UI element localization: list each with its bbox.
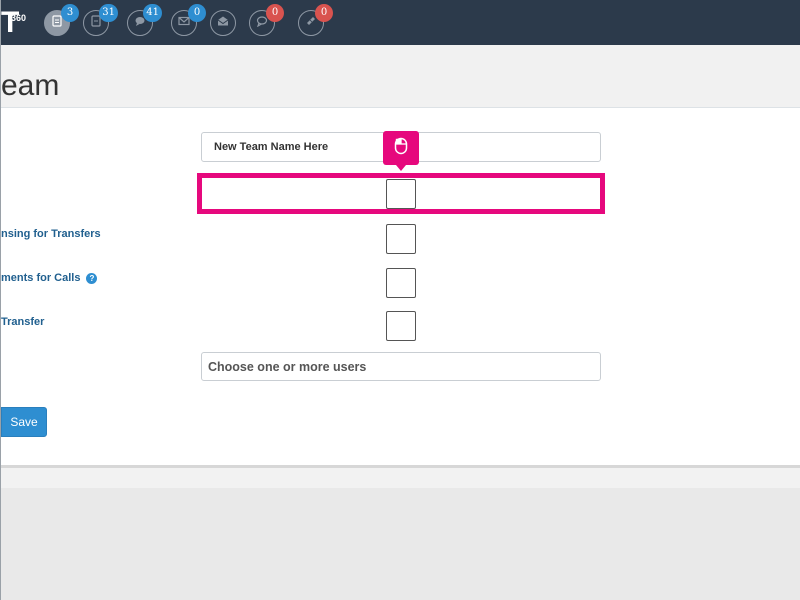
click-tooltip xyxy=(383,131,419,171)
team-name-placeholder: New Team Name Here xyxy=(214,141,329,153)
highlight-box xyxy=(197,173,605,214)
nav-tickets[interactable]: 0 xyxy=(298,4,333,36)
checkbox-comments[interactable] xyxy=(386,268,416,298)
label-comments: ments for Calls xyxy=(1,272,81,284)
badge-mail: 0 xyxy=(188,4,206,22)
page-header xyxy=(1,45,800,107)
open-mail-icon xyxy=(217,14,229,32)
label-transfer: Transfer xyxy=(1,316,45,328)
save-button[interactable]: Save xyxy=(1,407,47,437)
users-select-input[interactable]: Choose one or more users xyxy=(201,352,601,381)
top-navbar: T 360 3 31 41 0 0 0 xyxy=(1,0,800,45)
badge-comments: 0 xyxy=(266,4,284,22)
badge-chats: 41 xyxy=(143,4,162,22)
help-icon[interactable]: ? xyxy=(86,273,98,284)
page-title: eam xyxy=(1,69,60,102)
label-dispensing: nsing for Transfers xyxy=(1,228,101,240)
brand-superscript: 360 xyxy=(11,13,27,23)
mouse-icon xyxy=(394,137,408,160)
checkbox-transfer[interactable] xyxy=(386,311,416,341)
badge-documents: 3 xyxy=(61,4,79,22)
nav-open-mail[interactable] xyxy=(210,10,236,36)
badge-tickets: 0 xyxy=(315,4,333,22)
badge-reports: 31 xyxy=(99,4,118,22)
users-placeholder: Choose one or more users xyxy=(208,359,367,374)
label-comments-row: ments for Calls? xyxy=(1,272,98,284)
checkbox-dispensing[interactable] xyxy=(386,224,416,254)
footer-strip xyxy=(1,468,800,488)
nav-comments[interactable]: 0 xyxy=(249,4,284,36)
nav-chats[interactable]: 41 xyxy=(127,4,162,36)
nav-documents[interactable]: 3 xyxy=(44,4,79,36)
nav-reports[interactable]: 31 xyxy=(83,4,118,36)
nav-mail[interactable]: 0 xyxy=(171,4,206,36)
